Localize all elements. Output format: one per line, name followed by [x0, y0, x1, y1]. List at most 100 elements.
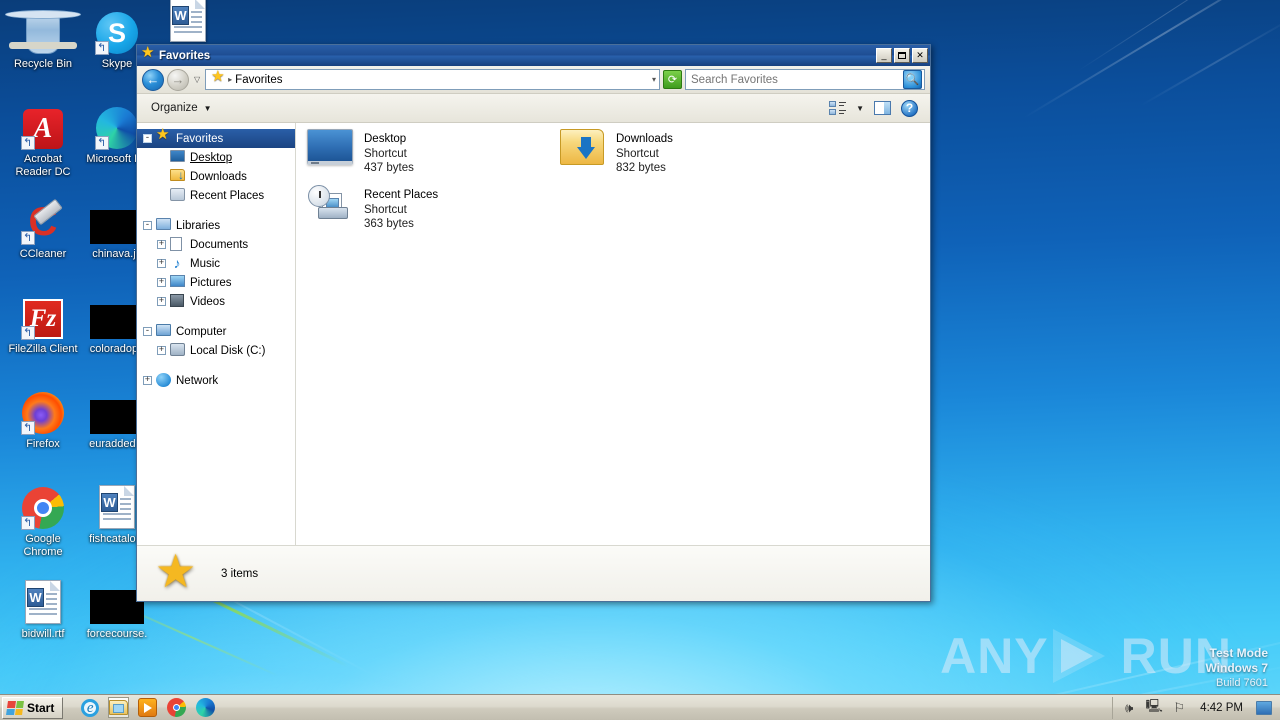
tree-group-gap	[137, 205, 295, 216]
file-type: Shortcut	[364, 147, 407, 160]
wallpaper-streak	[1076, 0, 1254, 73]
desktop-icon-hidden-document[interactable]: W	[148, 0, 228, 42]
action-center-flag-icon[interactable]: ⚐	[1171, 700, 1187, 716]
preview-pane-icon[interactable]	[874, 101, 891, 115]
favorites-star-icon	[141, 45, 155, 63]
shortcut-overlay-icon	[95, 136, 109, 150]
desktop-icon-label: CCleaner	[19, 248, 67, 260]
favorites-star-icon	[211, 69, 225, 87]
windows-flag-icon	[6, 700, 24, 715]
file-list-view[interactable]: Desktop Shortcut 437 bytes Downloads Shortcu…	[296, 123, 930, 545]
collapse-icon[interactable]: -	[143, 327, 152, 336]
close-button[interactable]: ✕	[912, 48, 928, 63]
desktop-icon[interactable]: Firefox	[3, 386, 83, 451]
sidebar-item-recent-places[interactable]: Recent Places	[137, 186, 295, 205]
quick-launch-bar[interactable]	[79, 697, 216, 718]
window-title-bar[interactable]: Favorites _ ✕	[137, 45, 930, 66]
taskbar[interactable]: Start 🕪 🖳 ⚐ 4:42 PM	[0, 694, 1280, 720]
favorites-star-icon	[155, 548, 199, 596]
breadcrumb-current[interactable]: Favorites	[235, 74, 282, 86]
taskbar-button-google-chrome[interactable]	[166, 697, 187, 718]
search-field[interactable]	[691, 73, 903, 86]
sidebar-item-videos[interactable]: + Videos	[137, 292, 295, 311]
tree-group-gap	[137, 311, 295, 322]
collapse-icon[interactable]: -	[143, 221, 152, 230]
file-item[interactable]: Recent Places Shortcut 363 bytes	[306, 185, 556, 233]
collapse-icon[interactable]: -	[143, 134, 152, 143]
search-icon[interactable]: 🔍	[903, 70, 922, 89]
organize-button[interactable]: Organize ▼	[145, 99, 218, 117]
taskbar-button-microsoft-edge[interactable]	[195, 697, 216, 718]
breadcrumb[interactable]: ▸ Favorites ▾	[205, 69, 660, 90]
item-count: 3 items	[221, 567, 259, 580]
file-size: 363 bytes	[364, 218, 414, 230]
address-dropdown-icon[interactable]: ▾	[652, 75, 656, 84]
volume-icon[interactable]: 🕪	[1121, 700, 1137, 716]
desktop-icon[interactable]: CCleaner	[3, 196, 83, 261]
sidebar-item-libraries[interactable]: - Libraries	[137, 216, 295, 235]
refresh-icon[interactable]: ⟳	[663, 70, 682, 89]
expand-icon[interactable]: +	[157, 259, 166, 268]
search-input[interactable]: 🔍	[685, 69, 925, 90]
start-label: Start	[27, 700, 55, 715]
taskbar-button-windows-explorer[interactable]	[108, 697, 130, 718]
desktop-icon[interactable]: Recycle Bin	[3, 6, 83, 71]
sidebar-item-computer[interactable]: - Computer	[137, 322, 295, 341]
sidebar-item-pictures[interactable]: + Pictures	[137, 273, 295, 292]
local-disk-icon	[170, 342, 186, 359]
sidebar-item-music[interactable]: + ♪ Music	[137, 254, 295, 273]
desktop-icon[interactable]: Wbidwill.rtf	[3, 576, 83, 641]
documents-icon	[170, 236, 186, 253]
system-tray[interactable]: 🕪 🖳 ⚐ 4:42 PM	[1112, 696, 1280, 719]
anyrun-brand-right: RUN	[1120, 628, 1232, 684]
shortcut-overlay-icon	[21, 421, 35, 435]
minimize-button[interactable]: _	[876, 48, 892, 63]
taskbar-button-media-player[interactable]	[137, 697, 158, 718]
file-item-text: Desktop Shortcut 437 bytes	[364, 129, 414, 177]
help-icon[interactable]: ?	[901, 99, 918, 117]
desktop-icon-label: Google Chrome	[23, 533, 63, 558]
file-name: Downloads	[616, 133, 673, 145]
change-view-icon[interactable]	[829, 100, 847, 116]
sidebar-item-network[interactable]: + Network	[137, 371, 295, 390]
clock[interactable]: 4:42 PM	[1196, 702, 1247, 714]
desktop-icon[interactable]: Google Chrome	[3, 481, 83, 558]
views-dropdown-icon[interactable]: ▼	[856, 104, 864, 113]
command-bar[interactable]: Organize ▼ ▼ ?	[137, 94, 930, 123]
navigation-pane[interactable]: - Favorites Desktop Downloads Recent Places -…	[137, 123, 296, 545]
maximize-button[interactable]	[894, 48, 910, 63]
expand-icon[interactable]: +	[157, 297, 166, 306]
sidebar-item-documents[interactable]: + Documents	[137, 235, 295, 254]
sidebar-item-local-disk-c[interactable]: + Local Disk (C:)	[137, 341, 295, 360]
address-bar[interactable]: ← → ▽ ▸ Favorites ▾ ⟳ 🔍	[137, 66, 930, 94]
sidebar-item-desktop[interactable]: Desktop	[137, 148, 295, 167]
anyrun-play-triangle-icon	[1052, 627, 1117, 685]
desktop-icon-label: Firefox	[26, 438, 60, 450]
desktop-icon[interactable]: A Acrobat Reader DC	[3, 101, 83, 178]
downloads-icon	[170, 168, 186, 185]
desktop-icon-label: Acrobat Reader DC	[15, 153, 71, 178]
status-bar: 3 items	[137, 545, 930, 601]
explorer-window[interactable]: Favorites _ ✕ ← → ▽ ▸ Favorites ▾ ⟳ 🔍 Or…	[136, 44, 931, 602]
wallpaper-streak	[1139, 15, 1280, 107]
show-desktop-icon[interactable]	[1256, 700, 1272, 715]
expand-icon[interactable]: +	[157, 346, 166, 355]
taskbar-button-internet-explorer[interactable]	[79, 697, 100, 718]
back-arrow-icon[interactable]: ←	[142, 68, 164, 91]
expand-icon[interactable]: +	[143, 376, 152, 385]
expand-icon[interactable]: +	[157, 240, 166, 249]
file-item[interactable]: Downloads Shortcut 832 bytes	[558, 129, 808, 177]
desktop-icon[interactable]: Fz FileZilla Client	[3, 291, 83, 356]
network-icon[interactable]: 🖳	[1146, 698, 1163, 716]
sidebar-item-favorites[interactable]: - Favorites	[137, 127, 295, 148]
forward-arrow-icon[interactable]: →	[167, 68, 189, 91]
file-type: Shortcut	[364, 203, 407, 216]
sidebar-item-label: Recent Places	[190, 189, 265, 202]
chevron-down-icon[interactable]: ▽	[192, 75, 202, 84]
sidebar-item-label: Network	[176, 374, 219, 387]
expand-icon[interactable]: +	[157, 278, 166, 287]
sidebar-item-downloads[interactable]: Downloads	[137, 167, 295, 186]
file-item[interactable]: Desktop Shortcut 437 bytes	[306, 129, 556, 177]
file-size: 832 bytes	[616, 162, 666, 174]
start-button[interactable]: Start	[2, 696, 64, 719]
